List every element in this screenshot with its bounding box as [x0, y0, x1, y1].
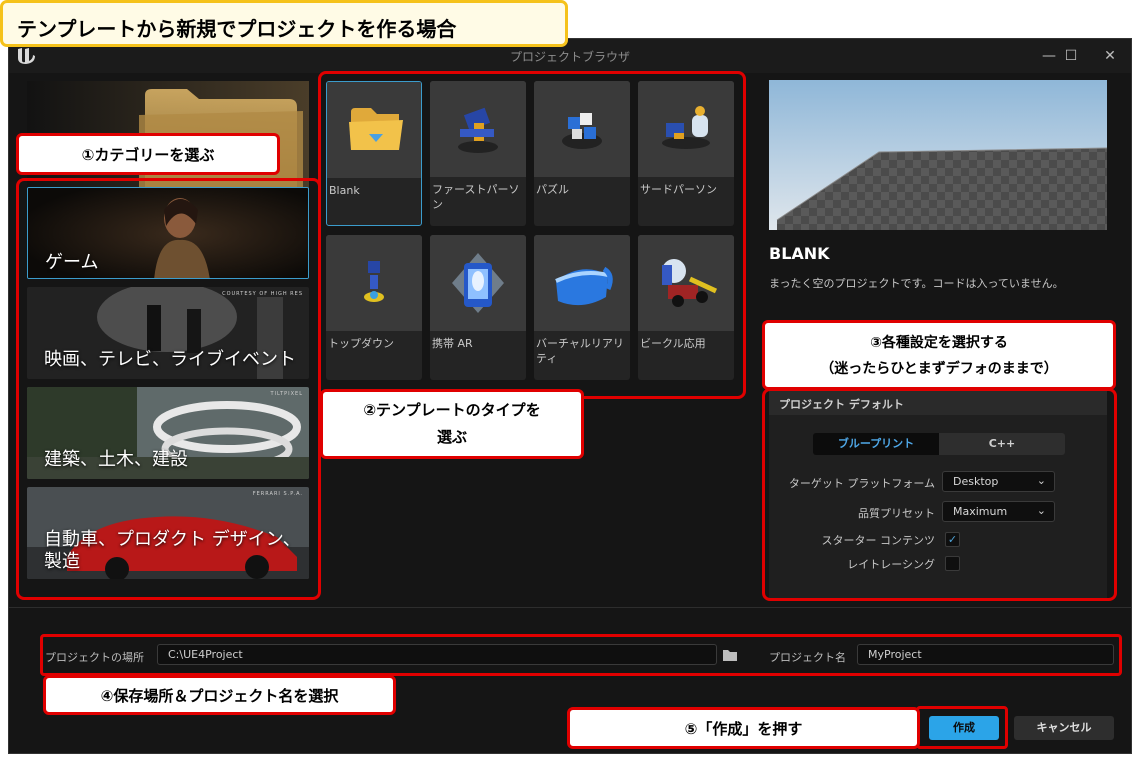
annotation-step2-line2: 選ぶ	[436, 428, 467, 446]
annotation-step3: ③各種設定を選択する （迷ったらひとまずデフォのままで）	[762, 320, 1116, 390]
annotation-step2: ②テンプレートのタイプを 選ぶ	[320, 389, 584, 459]
annotation-step2-line1: ②テンプレートのタイプを	[363, 401, 541, 419]
window-title: プロジェクトブラウザ	[509, 50, 630, 64]
page-headline: テンプレートから新規でプロジェクトを作る場合	[0, 0, 568, 47]
annotation-step3-line1: ③各種設定を選択する	[870, 335, 1008, 351]
template-title: BLANK	[769, 244, 830, 263]
annotation-step3-line2: （迷ったらひとまずデフォのままで）	[820, 361, 1058, 377]
template-preview-image	[769, 80, 1107, 230]
annotation-frame-categories	[16, 178, 321, 600]
cancel-button[interactable]: キャンセル	[1014, 716, 1114, 740]
close-button[interactable]: ✕	[1097, 45, 1123, 67]
divider	[9, 607, 1131, 608]
annotation-frame-create	[916, 706, 1008, 749]
annotation-frame-templates	[318, 71, 746, 399]
template-description: まったく空のプロジェクトです。コードは入っていません。	[769, 277, 1064, 290]
annotation-frame-settings	[762, 388, 1117, 601]
maximize-button[interactable]: ☐	[1058, 45, 1084, 67]
annotation-step4: ④保存場所＆プロジェクト名を選択	[43, 675, 396, 715]
annotation-frame-location	[40, 634, 1122, 676]
annotation-step5: ⑤「作成」を押す	[567, 707, 920, 749]
annotation-step1: ①カテゴリーを選ぶ	[16, 133, 280, 175]
